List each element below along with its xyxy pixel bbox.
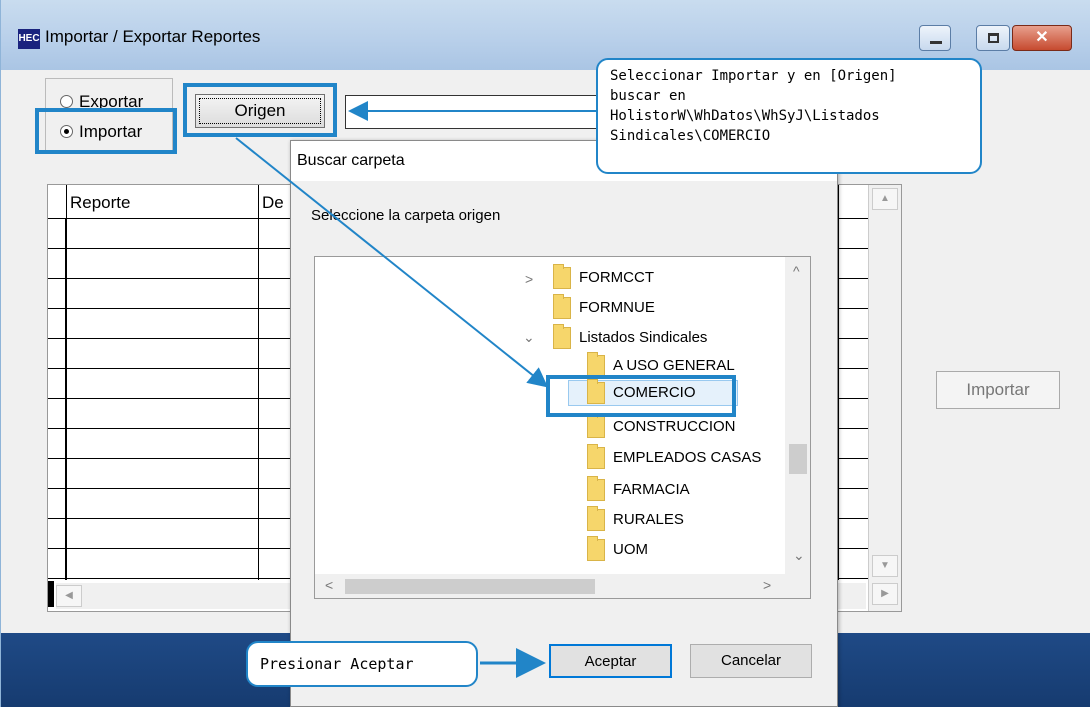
maximize-button[interactable] [976, 25, 1010, 51]
radio-exportar-circle [60, 95, 73, 108]
app-icon: HEC [18, 29, 40, 49]
scroll-up-arrow-icon[interactable]: ▲ [872, 188, 898, 210]
comercio-highlight-box [546, 375, 736, 417]
importar-button[interactable]: Importar [936, 371, 1060, 409]
scroll-down-icon[interactable]: ⌄ [793, 547, 805, 564]
dialog-prompt: Seleccione la carpeta origen [311, 207, 501, 224]
tree-item-formcct[interactable]: FORMCCT [553, 264, 654, 291]
tree-item-formnue[interactable]: FORMNUE [553, 294, 655, 321]
callout-line: buscar en [610, 88, 686, 104]
scroll-right-arrow-icon[interactable]: ▶ [872, 583, 898, 605]
scroll-left-arrow-icon[interactable]: ◀ [56, 585, 82, 607]
tree-item-label: FARMACIA [613, 481, 690, 498]
close-button[interactable]: ✕ [1012, 25, 1072, 51]
tree-item-label: A USO GENERAL [613, 357, 735, 374]
tree-item-label: UOM [613, 541, 648, 558]
origen-path-field[interactable] [345, 95, 605, 129]
tree-item-rurales[interactable]: RURALES [587, 506, 684, 533]
instruction-callout-bottom: Presionar Aceptar [246, 641, 478, 687]
grid-divider [838, 185, 839, 580]
browse-folder-dialog: Buscar carpeta Seleccione la carpeta ori… [290, 140, 838, 707]
tree-scroll-thumb[interactable] [789, 444, 807, 474]
column-header-descripcion[interactable]: De [262, 193, 284, 226]
folder-icon [553, 294, 571, 320]
scroll-down-arrow-icon[interactable]: ▼ [872, 555, 898, 577]
instruction-callout-top: Seleccionar Importar y en [Origen] busca… [596, 58, 982, 174]
tree-item-label: CONSTRUCCION [613, 418, 736, 435]
callout-line: Seleccionar Importar y en [Origen] [610, 68, 897, 84]
scroll-right-icon[interactable]: > [763, 577, 771, 593]
tree-item-label: RURALES [613, 511, 684, 528]
grid-vertical-scrollbar[interactable]: ▲ ▼ ▶ [868, 185, 901, 611]
minimize-icon [930, 41, 942, 44]
chevron-down-icon[interactable]: ⌄ [523, 329, 535, 346]
callout-line: HolistorW\WhDatos\WhSyJ\Listados [610, 108, 880, 124]
folder-icon [587, 444, 605, 470]
row-selector-column [48, 218, 66, 580]
folder-icon [553, 324, 571, 350]
grid-divider [258, 185, 259, 580]
chevron-right-icon[interactable]: > [525, 271, 533, 287]
tree-item-label: FORMNUE [579, 299, 655, 316]
folder-icon [553, 264, 571, 290]
tree-item-empleados-casas[interactable]: EMPLEADOS CASAS [587, 444, 762, 471]
folder-icon [587, 536, 605, 562]
folder-icon [587, 476, 605, 502]
current-row-marker [48, 581, 54, 607]
tree-hscroll-thumb[interactable] [345, 579, 595, 594]
folder-icon [587, 413, 605, 439]
scroll-up-icon[interactable]: ^ [793, 263, 800, 279]
column-header-reporte[interactable]: Reporte [70, 193, 130, 226]
tree-vertical-scrollbar[interactable]: ^ ⌄ [785, 257, 810, 575]
folder-icon [587, 506, 605, 532]
tree-item-label: FORMCCT [579, 269, 654, 286]
origen-highlight-box [183, 83, 337, 137]
tree-item-construccion[interactable]: CONSTRUCCION [587, 413, 736, 440]
tree-item-label: Listados Sindicales [579, 329, 708, 346]
tree-item-farmacia[interactable]: FARMACIA [587, 476, 690, 503]
callout-line: Sindicales\COMERCIO [610, 128, 771, 144]
tree-item-listados-sindicales[interactable]: Listados Sindicales [553, 324, 708, 351]
tree-item-label: EMPLEADOS CASAS [613, 449, 762, 466]
importar-highlight-box [35, 108, 177, 154]
minimize-button[interactable] [919, 25, 951, 51]
folder-tree[interactable]: > FORMCCT FORMNUE ⌄ Listados Sindicales … [314, 256, 811, 599]
window-title: Importar / Exportar Reportes [45, 27, 261, 46]
folder-icon [587, 352, 605, 378]
scroll-left-icon[interactable]: < [325, 577, 333, 593]
tree-item-uom[interactable]: UOM [587, 536, 648, 563]
aceptar-button[interactable]: Aceptar [549, 644, 672, 678]
cancelar-button[interactable]: Cancelar [690, 644, 812, 678]
maximize-icon [988, 33, 999, 43]
grid-divider [66, 185, 67, 580]
